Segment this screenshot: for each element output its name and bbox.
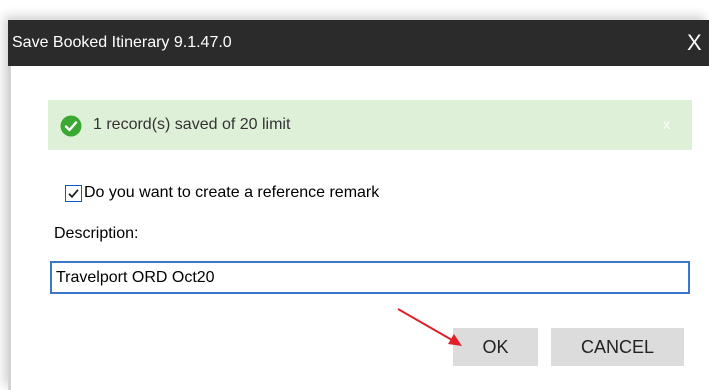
save-itinerary-dialog: Save Booked Itinerary 9.1.47.0 X 1 recor… bbox=[8, 20, 709, 390]
alert-dismiss-button[interactable]: x bbox=[663, 100, 670, 148]
check-circle-icon bbox=[60, 115, 82, 137]
checkmark-icon bbox=[68, 188, 79, 198]
cancel-button[interactable]: CANCEL bbox=[551, 328, 684, 366]
dialog-body: 1 record(s) saved of 20 limit x Do you w… bbox=[8, 66, 709, 390]
description-input[interactable] bbox=[50, 261, 690, 294]
reference-remark-checkbox[interactable] bbox=[65, 184, 82, 202]
reference-remark-label: Do you want to create a reference remark bbox=[84, 184, 380, 201]
dialog-title: Save Booked Itinerary 9.1.47.0 bbox=[12, 34, 232, 51]
reference-remark-row: Do you want to create a reference remark bbox=[65, 183, 379, 203]
success-alert: 1 record(s) saved of 20 limit x bbox=[48, 100, 692, 150]
close-icon[interactable]: X bbox=[687, 20, 709, 66]
description-label: Description: bbox=[54, 225, 139, 242]
page: Save Booked Itinerary 9.1.47.0 X 1 recor… bbox=[0, 0, 709, 390]
title-bar: Save Booked Itinerary 9.1.47.0 X bbox=[8, 20, 709, 66]
alert-message: 1 record(s) saved of 20 limit bbox=[93, 116, 291, 133]
ok-button[interactable]: OK bbox=[453, 328, 538, 366]
